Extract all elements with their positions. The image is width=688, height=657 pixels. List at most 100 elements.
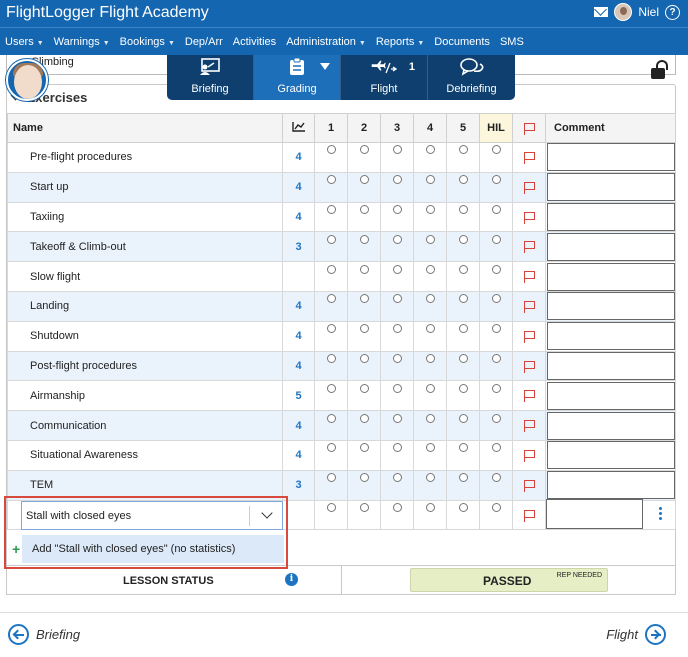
grade-radio-1[interactable] [326,324,336,334]
grade-radio-5[interactable] [458,443,468,453]
flag-icon[interactable] [523,330,535,343]
nav-item-dep-arr[interactable]: Dep/Arr [180,36,228,48]
grade-radio-1[interactable] [326,234,336,244]
flag-icon[interactable] [523,241,535,254]
grade-radio-4[interactable] [425,473,435,483]
grade-radio-1[interactable] [326,264,336,274]
comment-input[interactable] [547,441,675,470]
grade-radio-5[interactable] [458,145,468,155]
grade-radio-hil[interactable] [491,473,501,483]
comment-input[interactable] [547,143,675,172]
grade-radio-4[interactable] [425,443,435,453]
grade-radio-1[interactable] [326,175,336,185]
lesson-result-badge[interactable]: PASSED REP NEEDED [410,568,608,592]
grade-radio-2[interactable] [359,175,369,185]
grade-radio-hil[interactable] [491,264,501,274]
grade-radio-hil[interactable] [491,175,501,185]
user-avatar[interactable] [614,3,633,21]
grade-radio-hil[interactable] [491,413,501,423]
grade-radio-5[interactable] [458,413,468,423]
grade-radio-4[interactable] [425,204,435,214]
grade-radio-hil[interactable] [491,502,501,512]
grade-radio-3[interactable] [392,413,402,423]
grade-radio-hil[interactable] [491,443,501,453]
grade-radio-2[interactable] [359,234,369,244]
exercise-stat[interactable] [282,261,315,292]
grade-radio-4[interactable] [425,502,435,512]
nav-item-sms[interactable]: SMS [495,36,529,48]
grade-radio-1[interactable] [326,473,336,483]
grade-radio-3[interactable] [392,473,402,483]
grade-radio-1[interactable] [326,502,336,512]
grade-radio-2[interactable] [359,443,369,453]
grade-radio-5[interactable] [458,353,468,363]
flag-icon[interactable] [523,479,535,492]
comment-input[interactable] [547,202,675,231]
grade-radio-2[interactable] [359,502,369,512]
grade-radio-2[interactable] [359,145,369,155]
grade-radio-5[interactable] [458,383,468,393]
flag-icon[interactable] [523,300,535,313]
tab-grading[interactable]: Grading [254,55,341,100]
back-to-briefing-button[interactable]: Briefing [8,624,80,645]
grade-radio-2[interactable] [359,264,369,274]
grade-radio-2[interactable] [359,294,369,304]
new-exercise-comment-input[interactable] [546,499,643,529]
comment-input[interactable] [547,381,675,410]
comment-input[interactable] [547,232,675,261]
grade-radio-hil[interactable] [491,234,501,244]
exercise-stat[interactable]: 4 [282,171,315,203]
grade-radio-hil[interactable] [491,204,501,214]
student-avatar[interactable] [6,59,48,101]
grade-radio-4[interactable] [425,383,435,393]
exercise-stat[interactable]: 4 [282,410,315,441]
nav-item-administration[interactable]: Administration ▼ [281,36,371,48]
flag-icon[interactable] [523,449,535,462]
flag-icon[interactable] [523,271,535,284]
flag-icon[interactable] [523,211,535,224]
grade-radio-5[interactable] [458,175,468,185]
flag-icon[interactable] [523,151,535,164]
grade-radio-3[interactable] [392,383,402,393]
flag-icon[interactable] [523,509,535,522]
tab-debriefing[interactable]: Debriefing [428,55,515,100]
grade-radio-1[interactable] [326,443,336,453]
exercise-stat[interactable]: 4 [282,439,315,471]
grade-radio-5[interactable] [458,502,468,512]
grade-radio-1[interactable] [326,413,336,423]
grade-radio-2[interactable] [359,204,369,214]
grade-radio-1[interactable] [326,204,336,214]
grade-radio-3[interactable] [392,502,402,512]
unlock-icon[interactable] [651,60,668,79]
grade-radio-3[interactable] [392,443,402,453]
grade-radio-3[interactable] [392,204,402,214]
grade-radio-3[interactable] [392,175,402,185]
caret-down-icon[interactable] [320,63,330,70]
grade-radio-4[interactable] [425,413,435,423]
exercise-stat[interactable]: 5 [282,380,315,412]
more-options-icon[interactable] [654,506,666,522]
user-name[interactable]: Niel [638,5,659,19]
comment-input[interactable] [547,173,675,202]
grade-radio-3[interactable] [392,264,402,274]
flag-icon[interactable] [523,181,535,194]
grade-radio-2[interactable] [359,353,369,363]
grade-radio-4[interactable] [425,353,435,363]
grade-radio-5[interactable] [458,473,468,483]
nav-item-documents[interactable]: Documents [429,36,495,48]
comment-input[interactable] [547,262,675,291]
grade-radio-1[interactable] [326,145,336,155]
grade-radio-4[interactable] [425,324,435,334]
nav-item-bookings[interactable]: Bookings ▼ [115,36,180,48]
chevron-down-icon[interactable] [261,507,273,519]
grade-radio-5[interactable] [458,324,468,334]
grade-radio-hil[interactable] [491,294,501,304]
grade-radio-1[interactable] [326,294,336,304]
grade-radio-4[interactable] [425,145,435,155]
comment-input[interactable] [547,292,675,321]
exercise-stat[interactable]: 4 [282,290,315,322]
grade-radio-5[interactable] [458,204,468,214]
grade-radio-2[interactable] [359,324,369,334]
grade-radio-4[interactable] [425,264,435,274]
exercise-stat[interactable]: 4 [282,350,315,382]
